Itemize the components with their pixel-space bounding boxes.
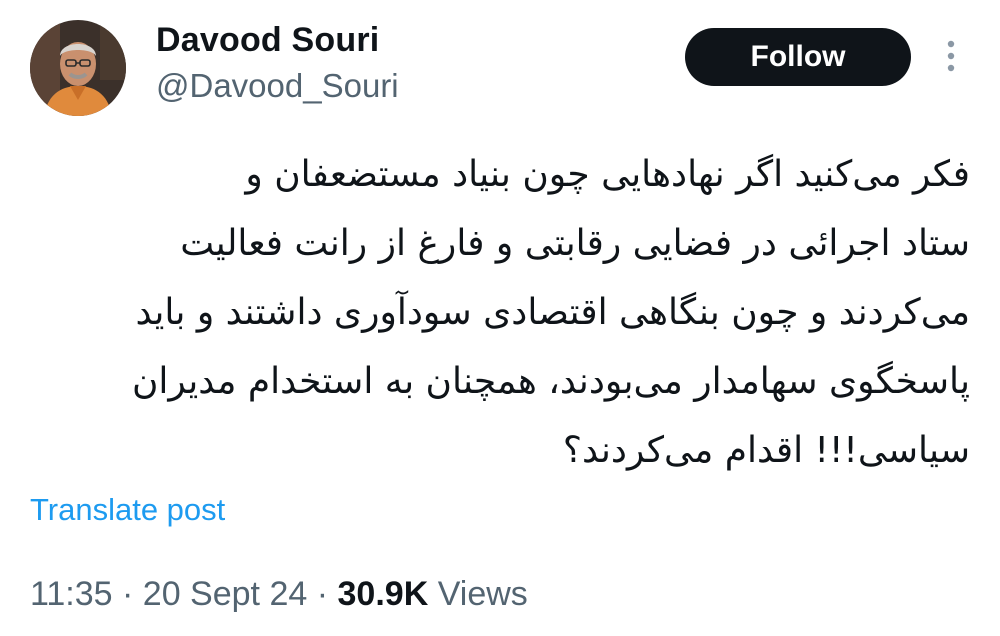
author-info: Davood Souri @Davood_Souri	[156, 20, 399, 106]
translate-post-link[interactable]: Translate post	[30, 490, 225, 530]
post-date[interactable]: 20 Sept 24	[143, 575, 307, 613]
views-count[interactable]: 30.9K	[338, 575, 429, 613]
author-display-name[interactable]: Davood Souri	[156, 20, 399, 60]
post-text-line: پاسخگوی سهامدار می‌بودند، همچنان به استخ…	[131, 361, 970, 402]
avatar[interactable]	[30, 20, 126, 116]
vertical-ellipsis-icon	[947, 40, 955, 72]
meta-separator: ·	[316, 575, 329, 613]
post-time[interactable]: 11:35	[30, 575, 113, 613]
author-handle[interactable]: @Davood_Souri	[156, 66, 399, 106]
post-text-line: ستاد اجرائی در فضایی رقابتی و فارغ از را…	[180, 223, 970, 264]
more-options-button[interactable]	[936, 34, 966, 78]
person-photo-avatar-icon	[30, 20, 126, 116]
post-text-line: فکر می‌کنید اگر نهادهایی چون بنیاد مستضع…	[245, 154, 970, 195]
post-text-line: سیاسی!!! اقدام می‌کردند؟	[562, 430, 970, 471]
views-label: Views	[437, 575, 528, 613]
post-text-line: می‌کردند و چون بنگاهی اقتصادی سودآوری دا…	[135, 292, 970, 333]
meta-separator: ·	[122, 575, 134, 613]
post-header: Davood Souri @Davood_Souri Follow	[30, 20, 970, 120]
post-text: فکر می‌کنید اگر نهادهایی چون بنیاد مستضع…	[30, 140, 970, 485]
follow-button[interactable]: Follow	[685, 28, 911, 86]
post-metadata: 11:35 · 20 Sept 24 · 30.9K Views	[30, 572, 528, 616]
